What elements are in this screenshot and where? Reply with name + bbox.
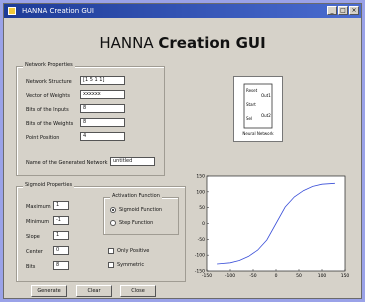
vector-of-weights-input[interactable]: xxxxxx — [80, 90, 125, 99]
sigmoid-properties-panel: Sigmoid Properties Maximum 1 Minimum -1 … — [16, 182, 186, 282]
y-tick-label: -150 — [195, 269, 205, 275]
bits-of-weights-input[interactable]: 8 — [80, 118, 125, 127]
generate-button[interactable]: Generate — [31, 285, 67, 297]
activation-plot: -150 -100 -50 0 50 100 150150100500-50-100-150 — [195, 174, 350, 280]
block-diagram-svg: Reset Start Sel Out1 Out2 Neural Network — [242, 83, 274, 136]
activation-function-group: Activation Function Sigmoid Function Ste… — [103, 193, 179, 235]
y-tick-label: 150 — [196, 174, 205, 180]
x-tick-label: 50 — [296, 273, 302, 279]
point-position-label: Point Position — [26, 135, 60, 141]
close-window-button[interactable]: × — [349, 6, 359, 15]
maximum-input[interactable]: 1 — [53, 201, 69, 210]
maximize-button[interactable]: □ — [338, 6, 348, 15]
bits-input[interactable]: 8 — [53, 261, 69, 270]
neural-network-block-diagram: Reset Start Sel Out1 Out2 Neural Network — [233, 76, 283, 142]
matlab-app-icon — [8, 7, 16, 15]
y-tick-label: 100 — [196, 189, 205, 195]
only-positive-checkbox[interactable] — [108, 248, 114, 254]
step-function-label: Step Function — [119, 220, 154, 226]
block-input-start: Start — [246, 102, 256, 107]
block-input-reset: Reset — [246, 88, 258, 93]
network-structure-label: Network Structure — [26, 79, 72, 85]
center-input[interactable]: 0 — [53, 246, 69, 255]
x-tick-label: -100 — [225, 273, 235, 279]
network-properties-panel: Network Properties Network Structure [1 … — [16, 62, 165, 176]
network-properties-title: Network Properties — [23, 62, 75, 68]
only-positive-label: Only Positive — [117, 248, 150, 254]
block-output-out1: Out1 — [261, 93, 271, 98]
block-input-sel: Sel — [246, 116, 252, 121]
window-title: HANNA Creation GUI — [22, 7, 94, 15]
slope-label: Slope — [26, 234, 40, 240]
sigmoid-function-label: Sigmoid Function — [119, 207, 163, 213]
vector-of-weights-label: Vector of Weights — [26, 93, 70, 99]
sigmoid-function-radio[interactable] — [110, 207, 116, 213]
page-title: HANNA Creation GUI — [99, 34, 266, 52]
block-caption: Neural Network — [242, 131, 274, 136]
x-tick-label: -50 — [249, 273, 256, 279]
minimize-button[interactable]: _ — [327, 6, 337, 15]
center-label: Center — [26, 249, 43, 255]
generated-name-input[interactable]: untitled — [110, 157, 155, 166]
clear-button[interactable]: Clear — [76, 285, 112, 297]
minimum-label: Minimum — [26, 219, 50, 225]
symmetric-checkbox[interactable] — [108, 262, 114, 268]
y-tick-label: -100 — [195, 253, 205, 259]
maximum-label: Maximum — [26, 204, 51, 210]
bits-of-inputs-label: Bits of the Inputs — [26, 107, 69, 113]
app-window: HANNA Creation GUI _ □ × HANNA Creation … — [3, 3, 362, 299]
x-tick-label: 150 — [341, 273, 350, 279]
minimum-input[interactable]: -1 — [53, 216, 69, 225]
generated-name-label: Name of the Generated Network — [26, 160, 108, 166]
bits-of-inputs-input[interactable]: 8 — [80, 104, 125, 113]
y-tick-label: 0 — [202, 221, 205, 227]
close-button[interactable]: Close — [120, 285, 156, 297]
activation-function-title: Activation Function — [110, 193, 162, 199]
title-bar: HANNA Creation GUI _ □ × — [4, 4, 361, 18]
step-function-radio[interactable] — [110, 220, 116, 226]
bits-label: Bits — [26, 264, 36, 270]
block-output-out2: Out2 — [261, 113, 271, 118]
y-tick-label: 50 — [199, 205, 205, 211]
network-structure-input[interactable]: [1 5 1 1] — [80, 76, 125, 85]
slope-input[interactable]: 1 — [53, 231, 69, 240]
bits-of-weights-label: Bits of the Weights — [26, 121, 74, 127]
point-position-input[interactable]: 4 — [80, 132, 125, 141]
symmetric-label: Symmetric — [117, 262, 145, 268]
x-tick-label: 0 — [275, 273, 278, 279]
x-tick-label: 100 — [318, 273, 327, 279]
y-tick-label: -50 — [198, 237, 205, 243]
sigmoid-properties-title: Sigmoid Properties — [23, 182, 75, 188]
